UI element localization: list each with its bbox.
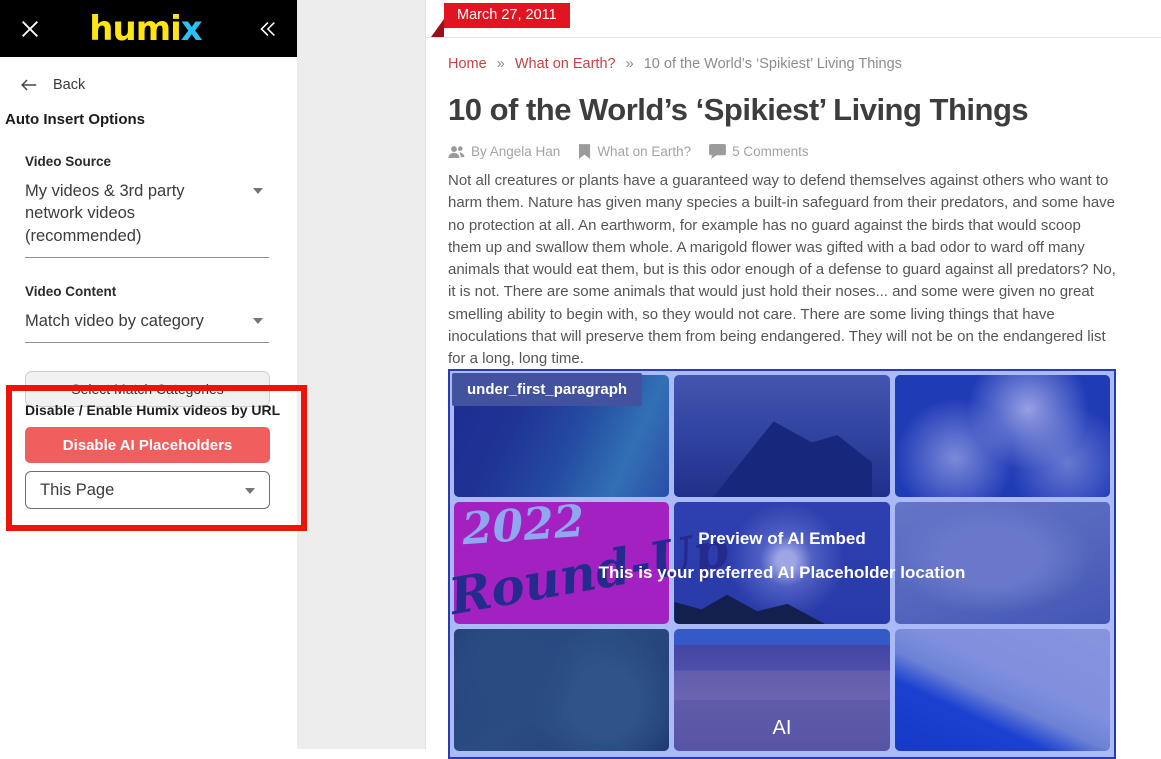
chevron-down-icon xyxy=(253,188,263,194)
page-scope-select[interactable]: This Page xyxy=(25,471,270,509)
back-arrow-icon xyxy=(20,78,37,92)
category-link[interactable]: What on Earth? xyxy=(597,144,691,159)
video-source-label: Video Source xyxy=(25,154,269,169)
breadcrumb-separator: » xyxy=(497,56,505,72)
video-source-field: Video Source My videos & 3rd party netwo… xyxy=(25,154,269,258)
close-icon[interactable] xyxy=(16,15,44,43)
breadcrumb-home[interactable]: Home xyxy=(448,56,487,72)
date-badge: March 27, 2011 xyxy=(444,3,570,28)
author-icon xyxy=(448,145,465,159)
preview-heading: Preview of AI Embed xyxy=(450,529,1114,549)
article-paragraph: Not all creatures or plants have a guara… xyxy=(448,170,1118,371)
video-content-value: Match video by category xyxy=(25,310,207,332)
breadcrumb-category[interactable]: What on Earth? xyxy=(515,56,616,72)
article-content: March 27, 2011 Home » What on Earth? » 1… xyxy=(425,0,1161,749)
breadcrumb-current: 10 of the World’s ‘Spikiest’ Living Thin… xyxy=(644,56,902,72)
page-title: 10 of the World’s ‘Spikiest’ Living Thin… xyxy=(448,92,1138,128)
humix-logo: humix xyxy=(44,12,253,46)
video-content-label: Video Content xyxy=(25,284,269,299)
preview-ai-label: AI xyxy=(450,717,1114,740)
logo-text: humi xyxy=(89,9,181,49)
back-label: Back xyxy=(53,77,85,93)
video-content-select[interactable]: Match video by category xyxy=(25,308,269,343)
video-content-field: Video Content Match video by category xyxy=(25,284,269,343)
highlight-annotation: Disable / Enable Humix videos by URL Dis… xyxy=(6,385,307,531)
placeholder-location-badge: under_first_paragraph xyxy=(452,373,642,406)
sidebar-section-title: Auto Insert Options xyxy=(5,111,297,128)
comments-icon xyxy=(709,144,726,159)
url-section-label: Disable / Enable Humix videos by URL xyxy=(25,402,285,418)
preview-tile-earth xyxy=(895,375,1110,497)
preview-subheading: This is your preferred AI Placeholder lo… xyxy=(450,563,1114,583)
back-button[interactable]: Back xyxy=(20,77,297,93)
collapse-sidebar-icon[interactable] xyxy=(253,15,281,43)
sidebar: humix Back Auto Insert Options Video Sou… xyxy=(0,0,297,749)
author-label: By Angela Han xyxy=(471,144,560,159)
video-source-value: My videos & 3rd party network videos (re… xyxy=(25,180,207,247)
bookmark-icon xyxy=(578,144,591,159)
content-top-divider xyxy=(426,37,1161,38)
chevron-down-icon xyxy=(245,488,255,494)
comments-link[interactable]: 5 Comments xyxy=(732,144,809,159)
ai-embed-preview: 2022 Round-Up under_first_paragraph Prev… xyxy=(448,369,1116,759)
page-gutter xyxy=(297,0,425,749)
post-meta: By Angela Han What on Earth? 5 Comments xyxy=(448,144,819,159)
disable-ai-placeholders-button[interactable]: Disable AI Placeholders xyxy=(25,427,270,463)
logo-x: x xyxy=(181,9,202,49)
chevron-down-icon xyxy=(253,318,263,324)
page-scope-value: This Page xyxy=(40,481,114,500)
breadcrumb-separator: » xyxy=(626,56,634,72)
video-source-select[interactable]: My videos & 3rd party network videos (re… xyxy=(25,178,269,258)
breadcrumb: Home » What on Earth? » 10 of the World’… xyxy=(448,56,902,72)
sidebar-header: humix xyxy=(0,0,297,57)
preview-tile-volcano-island xyxy=(674,375,889,497)
